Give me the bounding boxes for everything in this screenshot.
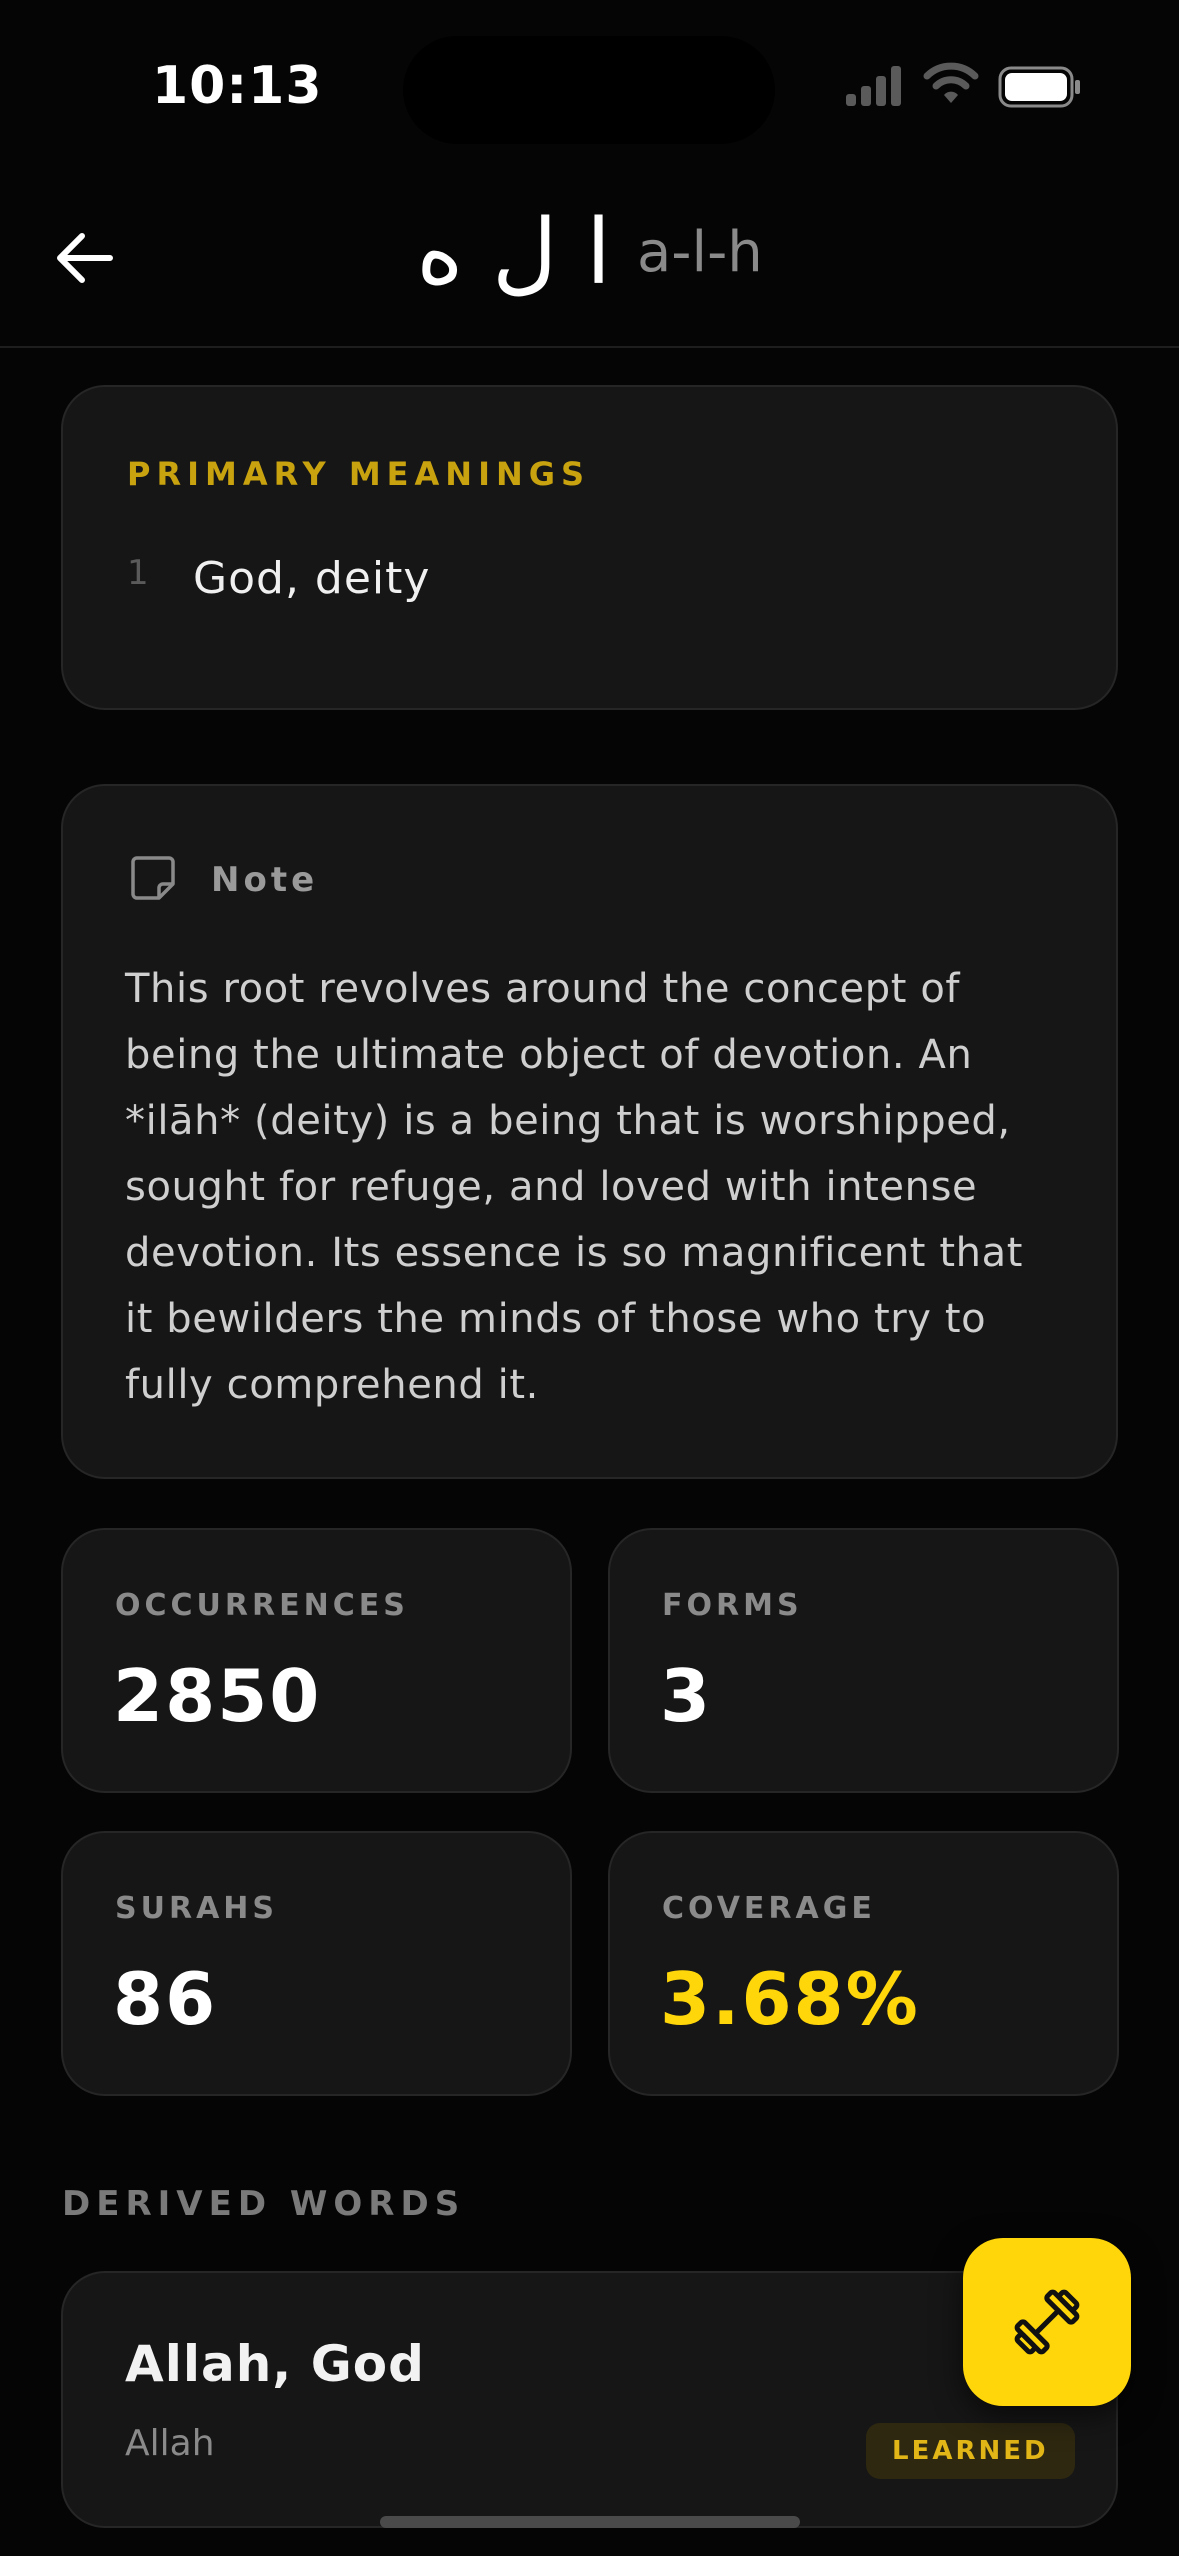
stat-forms: FORMS 3 [608,1528,1119,1793]
stat-value: 3 [660,1654,713,1738]
stat-label: FORMS [662,1588,803,1623]
page-title: ا ل ه a-l-h [0,200,1179,305]
derived-words-label: DERIVED WORDS [62,2184,466,2224]
stat-occurrences: OCCURRENCES 2850 [61,1528,572,1793]
wifi-icon [923,62,979,103]
derived-word-card[interactable]: Allah, God Allah LEARNED [61,2271,1118,2528]
dumbbell-icon [1014,2289,1080,2355]
stat-label: COVERAGE [662,1891,876,1926]
stat-label: OCCURRENCES [115,1588,409,1623]
note-text: This root revolves around the concept of… [125,966,1024,1408]
word-title: Allah, God [125,2335,425,2393]
learned-badge: LEARNED [866,2423,1075,2479]
stat-value: 86 [113,1957,218,2041]
dynamic-island [403,36,775,144]
note-card: Note This root revolves around the conce… [61,784,1118,1479]
meaning-text: God, deity [193,553,431,604]
stat-surahs: SURAHS 86 [61,1831,572,2096]
status-time: 10:13 [152,56,323,116]
battery-icon [998,66,1080,108]
header-divider [0,346,1179,348]
stat-coverage: COVERAGE 3.68% [608,1831,1119,2096]
primary-meanings-card: PRIMARY MEANINGS 1 God, deity [61,385,1118,710]
root-transliteration: a-l-h [636,220,763,285]
note-title: Note [211,860,319,900]
word-transliteration: Allah [125,2423,215,2464]
practice-fab-button[interactable] [963,2238,1131,2406]
home-indicator [380,2516,800,2528]
sticky-note-icon [131,856,175,900]
meaning-number: 1 [127,553,149,593]
stat-value: 3.68% [660,1957,920,2041]
cellular-signal-icon [846,66,901,106]
stat-label: SURAHS [115,1891,278,1926]
primary-meanings-label: PRIMARY MEANINGS [127,455,591,493]
stat-value: 2850 [113,1654,322,1738]
root-arabic: ا ل ه [416,200,611,305]
